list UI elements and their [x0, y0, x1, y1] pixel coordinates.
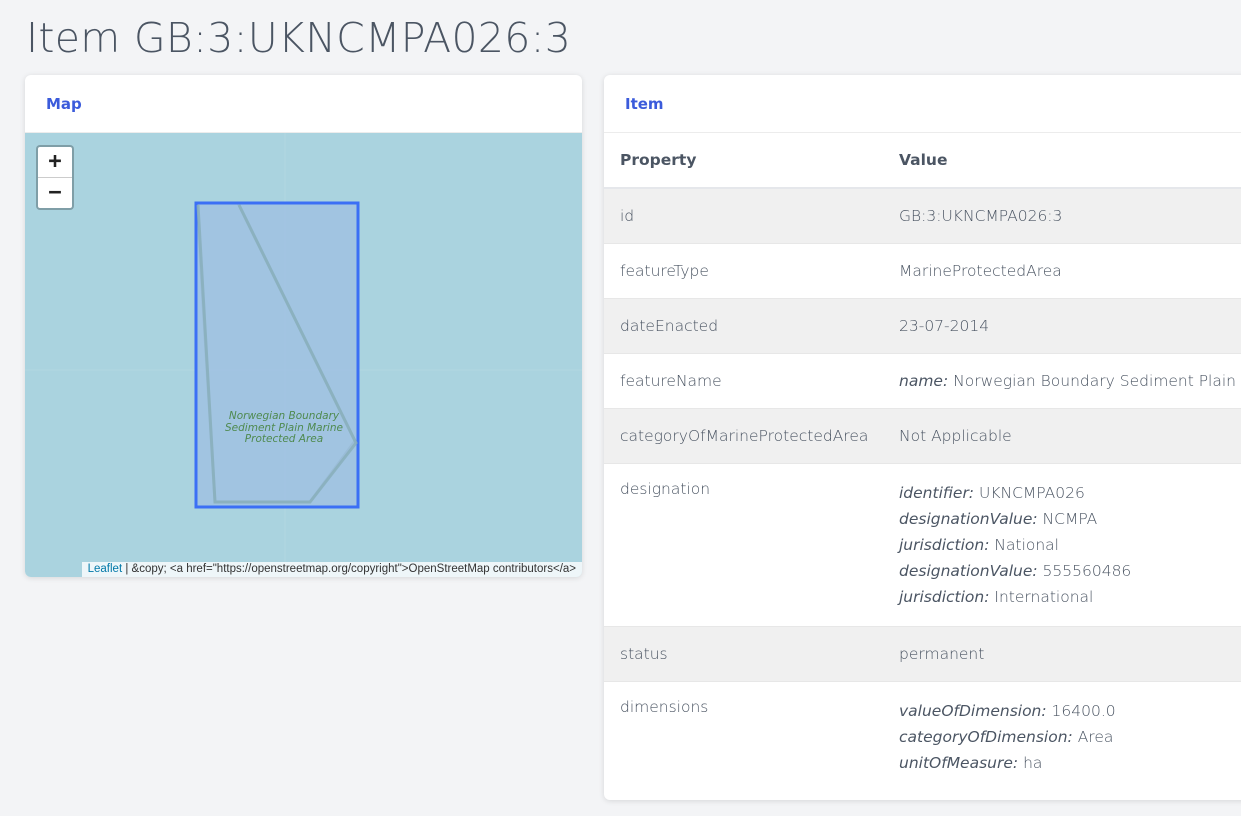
value-key: designationValue:: [899, 510, 1038, 528]
property-cell: dateEnacted: [604, 298, 885, 354]
item-card: Item Property Value id GB:3:UKNCMPA026:3…: [604, 75, 1241, 800]
map-card-title: Map: [25, 75, 582, 133]
item-card-title: Item: [604, 75, 1241, 133]
value-key: jurisdiction:: [899, 536, 990, 554]
value-line: categoryOfDimension: Area: [899, 724, 1241, 750]
zoom-out-button[interactable]: −: [38, 177, 72, 208]
property-cell: featureType: [604, 243, 885, 299]
value-line: unitOfMeasure: ha: [899, 750, 1241, 776]
property-cell: status: [604, 626, 885, 682]
value-text: National: [989, 536, 1059, 554]
map-attribution: Leaflet | &copy; <a href="https://openst…: [81, 562, 582, 577]
table-row: featureType MarineProtectedArea: [604, 243, 1241, 299]
map-card: Map Norwegian Boundary Sediment Plain Ma…: [25, 75, 582, 577]
value-key: designationValue:: [899, 562, 1038, 580]
table-row: designation identifier: UKNCMPA026 desig…: [604, 463, 1241, 627]
attribution-text: | &copy; <a href="https://openstreetmap.…: [122, 563, 576, 575]
leaflet-link[interactable]: Leaflet: [88, 563, 123, 575]
table-row: featureName name: Norwegian Boundary Sed…: [604, 353, 1241, 409]
property-cell: dimensions: [620, 698, 709, 716]
map-view[interactable]: Norwegian Boundary Sediment Plain Marine…: [25, 133, 582, 577]
value-text: 16400.0: [1046, 702, 1116, 720]
value-key: jurisdiction:: [899, 588, 990, 606]
value-text: ha: [1018, 754, 1043, 772]
value-key: identifier:: [899, 484, 975, 502]
value-key: unitOfMeasure:: [899, 754, 1019, 772]
zoom-control: + −: [36, 145, 74, 210]
value-line: valueOfDimension: 16400.0: [899, 698, 1241, 724]
feature-label: Norwegian Boundary Sediment Plain Marine…: [225, 410, 343, 445]
value-text: Norwegian Boundary Sediment Plain: [948, 372, 1236, 390]
value-cell: GB:3:UKNCMPA026:3: [885, 188, 1241, 244]
property-cell: featureName: [604, 353, 885, 409]
value-line: designationValue: NCMPA: [899, 506, 1241, 532]
value-cell: valueOfDimension: 16400.0 categoryOfDime…: [885, 682, 1241, 793]
column-header-value: Value: [899, 151, 948, 169]
value-cell: name: Norwegian Boundary Sediment Plain: [885, 353, 1241, 409]
value-text: International: [989, 588, 1094, 606]
protected-area-polygon[interactable]: [194, 201, 360, 509]
value-key: categoryOfDimension:: [899, 728, 1073, 746]
value-text: UKNCMPA026: [974, 484, 1085, 502]
value-cell: permanent: [885, 626, 1241, 682]
table-row: dateEnacted 23-07-2014: [604, 298, 1241, 354]
page-title: Item GB:3:UKNCMPA026:3: [26, 14, 572, 62]
value-text: Area: [1072, 728, 1114, 746]
value-line: identifier: UKNCMPA026: [899, 480, 1241, 506]
properties-table: Property Value id GB:3:UKNCMPA026:3 feat…: [604, 133, 1241, 792]
table-row: dimensions valueOfDimension: 16400.0 cat…: [604, 682, 1241, 793]
column-header-property: Property: [620, 151, 697, 169]
value-text: 555560486: [1037, 562, 1132, 580]
value-cell: identifier: UKNCMPA026 designationValue:…: [885, 463, 1241, 627]
map-geometry: [25, 133, 582, 577]
table-row: status permanent: [604, 626, 1241, 682]
property-cell: id: [604, 188, 885, 244]
property-cell: designation: [604, 463, 885, 627]
zoom-in-button[interactable]: +: [38, 147, 72, 177]
value-key: name:: [899, 372, 949, 390]
value-cell: Not Applicable: [885, 408, 1241, 464]
value-line: jurisdiction: International: [899, 584, 1241, 610]
value-line: jurisdiction: National: [899, 532, 1241, 558]
table-row: categoryOfMarineProtectedArea Not Applic…: [604, 408, 1241, 464]
value-text: NCMPA: [1037, 510, 1098, 528]
property-cell: categoryOfMarineProtectedArea: [604, 408, 885, 464]
value-key: valueOfDimension:: [899, 702, 1047, 720]
value-line: designationValue: 555560486: [899, 558, 1241, 584]
table-header-row: Property Value: [604, 133, 1241, 188]
value-cell: MarineProtectedArea: [885, 243, 1241, 299]
table-row: id GB:3:UKNCMPA026:3: [604, 188, 1241, 244]
value-cell: 23-07-2014: [885, 298, 1241, 354]
